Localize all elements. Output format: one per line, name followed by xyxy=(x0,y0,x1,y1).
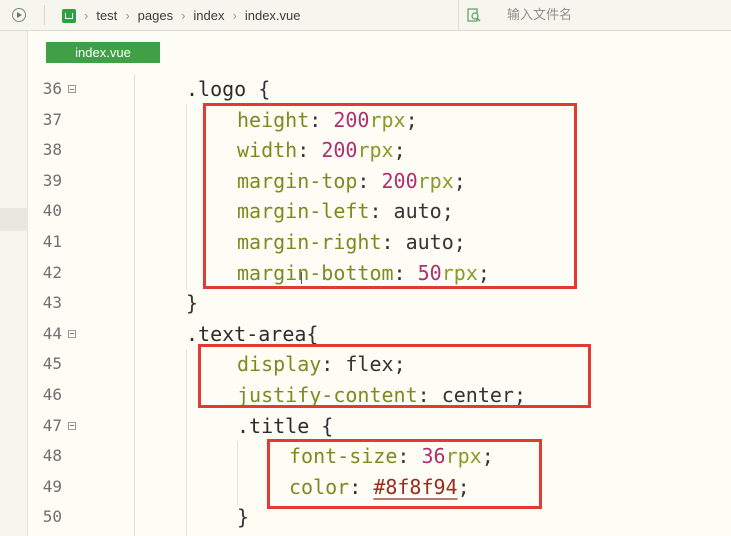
code-token: .logo xyxy=(186,77,247,101)
fold-minus-icon[interactable] xyxy=(68,329,76,338)
fold-minus-icon[interactable] xyxy=(68,421,76,430)
code-text: } xyxy=(237,505,249,529)
line-number: 43 xyxy=(42,293,62,313)
line-number: 41 xyxy=(42,232,62,251)
line-number: 48 xyxy=(42,446,62,466)
code-token: } xyxy=(237,505,250,530)
line-number: 45 xyxy=(42,354,62,374)
code-text: .text-area{ xyxy=(186,322,318,346)
line-number: 39 xyxy=(42,170,62,190)
code-line[interactable]: 36 .logo { xyxy=(0,74,731,105)
code-token: .title xyxy=(237,413,310,438)
line-number: 38 xyxy=(42,140,62,160)
line-number: 49 xyxy=(42,476,62,496)
line-number: 37 xyxy=(42,109,62,129)
highlight-box-text-area xyxy=(198,344,591,408)
line-number: 44 xyxy=(42,323,62,343)
code-line[interactable]: 47 .title { xyxy=(0,411,731,442)
editor-window: › test › pages › index › index.vue index… xyxy=(0,0,731,536)
code-text: .title { xyxy=(237,414,333,438)
line-number: 40 xyxy=(42,201,62,221)
highlight-box-logo xyxy=(203,103,577,289)
code-token: { xyxy=(246,77,271,101)
line-number: 47 xyxy=(42,415,62,435)
code-token: } xyxy=(186,291,199,316)
text-cursor xyxy=(301,272,302,284)
code-token: { xyxy=(306,321,319,346)
line-number: 36 xyxy=(42,79,62,98)
line-number: 46 xyxy=(42,385,62,404)
code-text: .logo { xyxy=(186,77,270,101)
code-token: { xyxy=(309,413,334,438)
code-line[interactable]: 43} xyxy=(0,288,731,319)
code-token: .text-area xyxy=(186,321,307,346)
line-number: 42 xyxy=(42,262,62,282)
highlight-box-title xyxy=(267,439,542,509)
code-text: } xyxy=(186,291,198,315)
fold-minus-icon[interactable] xyxy=(68,85,76,93)
line-number: 50 xyxy=(42,507,62,527)
